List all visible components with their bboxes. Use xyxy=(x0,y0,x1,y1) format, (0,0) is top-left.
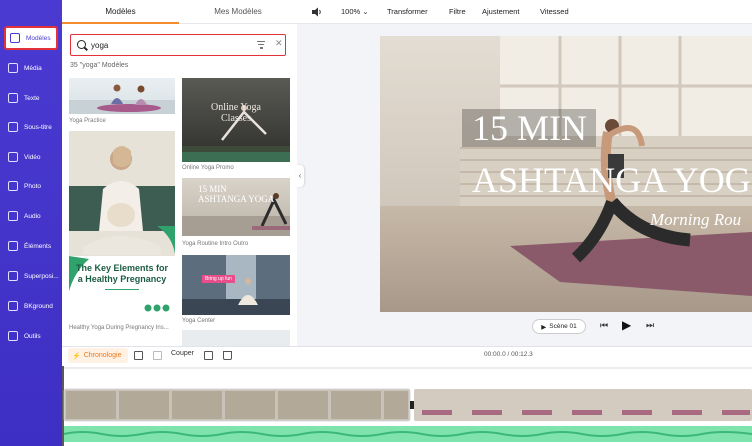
delete-icon[interactable] xyxy=(223,351,232,360)
tools-icon xyxy=(8,331,18,341)
yoga-practice-image xyxy=(69,84,175,114)
timeline-icon: ⚡ xyxy=(72,352,81,360)
template-title: 15 MIN xyxy=(198,184,227,194)
split-icon[interactable] xyxy=(153,351,162,360)
result-count: 35 "yoga" Modèles xyxy=(70,62,129,69)
next-icon[interactable]: ⏭ xyxy=(646,320,654,331)
vitesse-button[interactable]: Vitessed xyxy=(540,0,569,24)
template-badge: Bring up fun xyxy=(202,275,235,283)
video-preview[interactable]: 15 MIN ASHTANGA YOG Morning Rou xyxy=(380,36,752,312)
headline-underline xyxy=(105,289,139,290)
timecode: 00:00.0 / 00:12.3 xyxy=(484,351,533,358)
sidebar-item-label: Photo xyxy=(24,182,41,190)
sidebar-item-label: BKground xyxy=(24,302,53,310)
background-icon xyxy=(8,301,18,311)
template-title: Online Yoga xyxy=(210,102,261,113)
video-icon xyxy=(8,152,18,162)
search-input[interactable] xyxy=(91,38,241,52)
subtitle-icon xyxy=(8,122,18,132)
play-icon[interactable]: ▶ xyxy=(622,318,631,332)
templates-panel: Modèles Mes Modèles ✕ 35 "yoga" Modèles … xyxy=(62,0,297,348)
template-headline: The Key Elements for xyxy=(75,263,169,273)
folder-icon xyxy=(8,63,18,73)
template-healthy-pregnancy[interactable]: The Key Elements for a Healthy Pregnancy xyxy=(69,131,175,321)
zoom-select[interactable]: 100% ⌄ xyxy=(341,0,369,24)
search-icon xyxy=(77,40,86,49)
yoga-center-image xyxy=(182,255,290,315)
sidebar-item-label: Superposi... xyxy=(24,272,59,280)
sidebar-item-label: Audio xyxy=(24,212,41,220)
sidebar-item-video[interactable]: Vidéo xyxy=(4,145,58,169)
sidebar-item-bkground[interactable]: BKground xyxy=(4,294,58,318)
sidebar-item-label: Média xyxy=(24,64,42,72)
text-icon xyxy=(8,93,18,103)
template-label: Online Yoga Promo xyxy=(182,165,234,171)
scene-label: Scène 01 xyxy=(549,323,577,330)
chronologie-label: Chronologie xyxy=(83,352,122,359)
search-box: ✕ xyxy=(70,34,286,56)
preview-subtitle: Morning Rou xyxy=(650,210,742,229)
preview-title-line2: ASHTANGA YOG xyxy=(472,160,751,200)
layers-icon xyxy=(10,33,20,43)
template-label: Healthy Yoga During Pregnancy Ins... xyxy=(69,325,169,331)
chronologie-button[interactable]: ⚡ Chronologie xyxy=(68,348,128,363)
sidebar-item-superposition[interactable]: Superposi... xyxy=(4,264,59,288)
template-yoga-center[interactable]: Bring up fun xyxy=(182,255,290,315)
toolbar: 100% ⌄ Transformer Filtre Ajustement Vit… xyxy=(297,0,752,24)
collapse-panel-handle[interactable]: ‹ xyxy=(296,165,304,187)
elements-icon xyxy=(8,241,18,251)
sidebar-item-sous-titre[interactable]: Sous-titre xyxy=(4,115,58,139)
clear-icon[interactable]: ✕ xyxy=(275,38,283,49)
sidebar-item-label: Sous-titre xyxy=(24,123,52,131)
pregnancy-image xyxy=(69,131,175,312)
photo-icon xyxy=(8,181,18,191)
sidebar-item-label: Modèles xyxy=(26,34,51,42)
speaker-icon[interactable] xyxy=(311,7,322,17)
template-title: Classes xyxy=(221,113,251,124)
preview-title-line1: 15 MIN xyxy=(472,108,587,148)
scene-selector-button[interactable]: ▶ Scène 01 xyxy=(532,319,586,334)
duplicate-icon[interactable] xyxy=(204,351,213,360)
sidebar-item-texte[interactable]: Texte xyxy=(4,86,58,110)
template-yoga-practice[interactable] xyxy=(69,78,175,114)
timeline-tracks xyxy=(62,366,752,446)
add-icon[interactable] xyxy=(134,351,143,360)
sidebar-item-label: Éléments xyxy=(24,242,52,250)
chevron-down-icon: ⌄ xyxy=(362,7,369,16)
sidebar-item-label: Texte xyxy=(24,94,40,102)
template-title: ASHTANGA YOGA xyxy=(198,194,275,204)
template-headline: a Healthy Pregnancy xyxy=(77,274,167,284)
template-label: Yoga Routine Intro Outro xyxy=(182,241,249,247)
overlay-icon xyxy=(8,271,18,281)
template-yoga-routine-intro[interactable]: 15 MIN ASHTANGA YOGA xyxy=(182,178,290,236)
template-label: Yoga Practice xyxy=(69,118,106,124)
zoom-value: 100% xyxy=(341,7,361,16)
tab-modeles[interactable]: Modèles xyxy=(62,0,179,24)
couper-button[interactable]: Couper xyxy=(171,350,194,357)
sidebar: Modèles Média Texte Sous-titre Vidéo Pho… xyxy=(0,0,62,446)
sidebar-item-photo[interactable]: Photo xyxy=(4,174,58,198)
template-online-yoga-promo[interactable]: Online Yoga Classes xyxy=(182,78,290,162)
sidebar-item-label: Outils xyxy=(24,332,41,340)
previous-icon[interactable]: ⏮ xyxy=(600,320,608,331)
sidebar-item-elements[interactable]: Éléments xyxy=(4,234,58,258)
sidebar-item-label: Vidéo xyxy=(24,153,41,161)
play-small-icon: ▶ xyxy=(541,323,547,331)
transformer-button[interactable]: Transformer xyxy=(387,0,428,24)
timeline-toolbar xyxy=(62,346,752,366)
filtre-button[interactable]: Filtre xyxy=(449,0,466,24)
sidebar-item-audio[interactable]: Audio xyxy=(4,204,58,228)
audio-icon xyxy=(8,211,18,221)
sidebar-item-outils[interactable]: Outils xyxy=(4,324,58,348)
panel-tabs: Modèles Mes Modèles xyxy=(62,0,297,24)
template-label: Yoga Center xyxy=(182,318,216,324)
tab-mes-modeles[interactable]: Mes Modèles xyxy=(179,0,297,24)
sidebar-item-modeles[interactable]: Modèles xyxy=(4,26,58,50)
ajustement-button[interactable]: Ajustement xyxy=(482,0,520,24)
filter-icon[interactable] xyxy=(257,41,265,49)
sidebar-item-media[interactable]: Média xyxy=(4,56,58,80)
timeline-area xyxy=(62,366,752,446)
